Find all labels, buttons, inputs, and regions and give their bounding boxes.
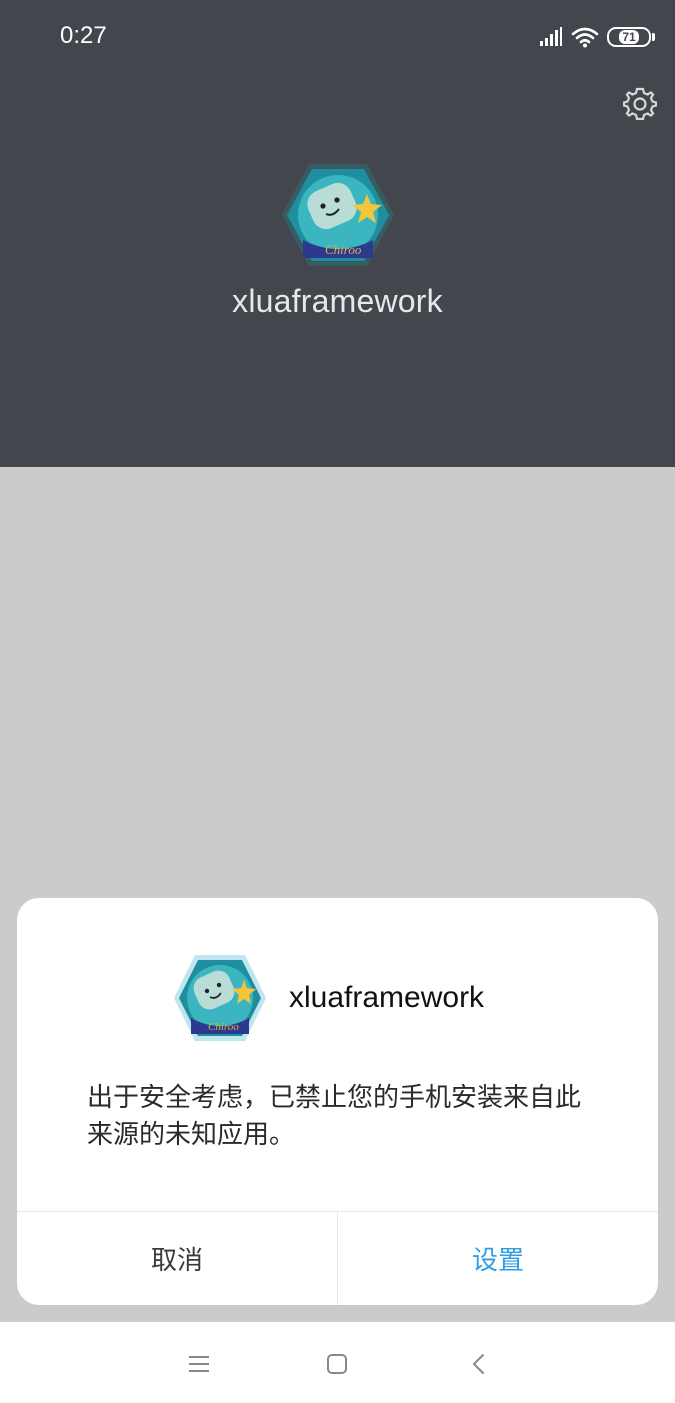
app-icon: Chiroo <box>282 164 394 266</box>
menu-button[interactable] <box>179 1344 219 1384</box>
dialog-app-name: xluaframework <box>289 981 485 1014</box>
app-title: xluaframework <box>232 283 443 319</box>
menu-icon <box>189 1356 209 1372</box>
dialog-message: 出于安全考虑，已禁止您的手机安装来自此来源的未知应用。 <box>87 1083 582 1150</box>
gear-icon[interactable] <box>623 86 657 120</box>
cancel-button[interactable]: 取消 <box>17 1212 337 1305</box>
back-button[interactable] <box>459 1344 499 1384</box>
status-bar: 0:27 71 <box>0 0 675 74</box>
battery-level: 71 <box>619 30 639 44</box>
signal-icon <box>540 27 562 46</box>
app-header: 0:27 71 Chiroo xluaframework <box>0 0 675 467</box>
svg-text:Chiroo: Chiroo <box>208 1021 239 1033</box>
settings-button[interactable]: 设置 <box>338 1212 658 1305</box>
home-button[interactable] <box>317 1344 357 1384</box>
status-time: 0:27 <box>60 22 107 49</box>
battery-icon: 71 <box>607 27 655 47</box>
navigation-bar <box>0 1322 675 1403</box>
back-icon <box>473 1354 484 1374</box>
install-blocked-dialog: Chiroo xluaframework 出于安全考虑，已禁止您的手机安装来自此… <box>17 898 658 1305</box>
status-icons: 71 <box>539 24 655 50</box>
home-icon <box>327 1354 347 1374</box>
wifi-icon <box>571 27 599 48</box>
dialog-app-icon: Chiroo <box>174 955 266 1041</box>
svg-text:Chiroo: Chiroo <box>325 242 362 257</box>
